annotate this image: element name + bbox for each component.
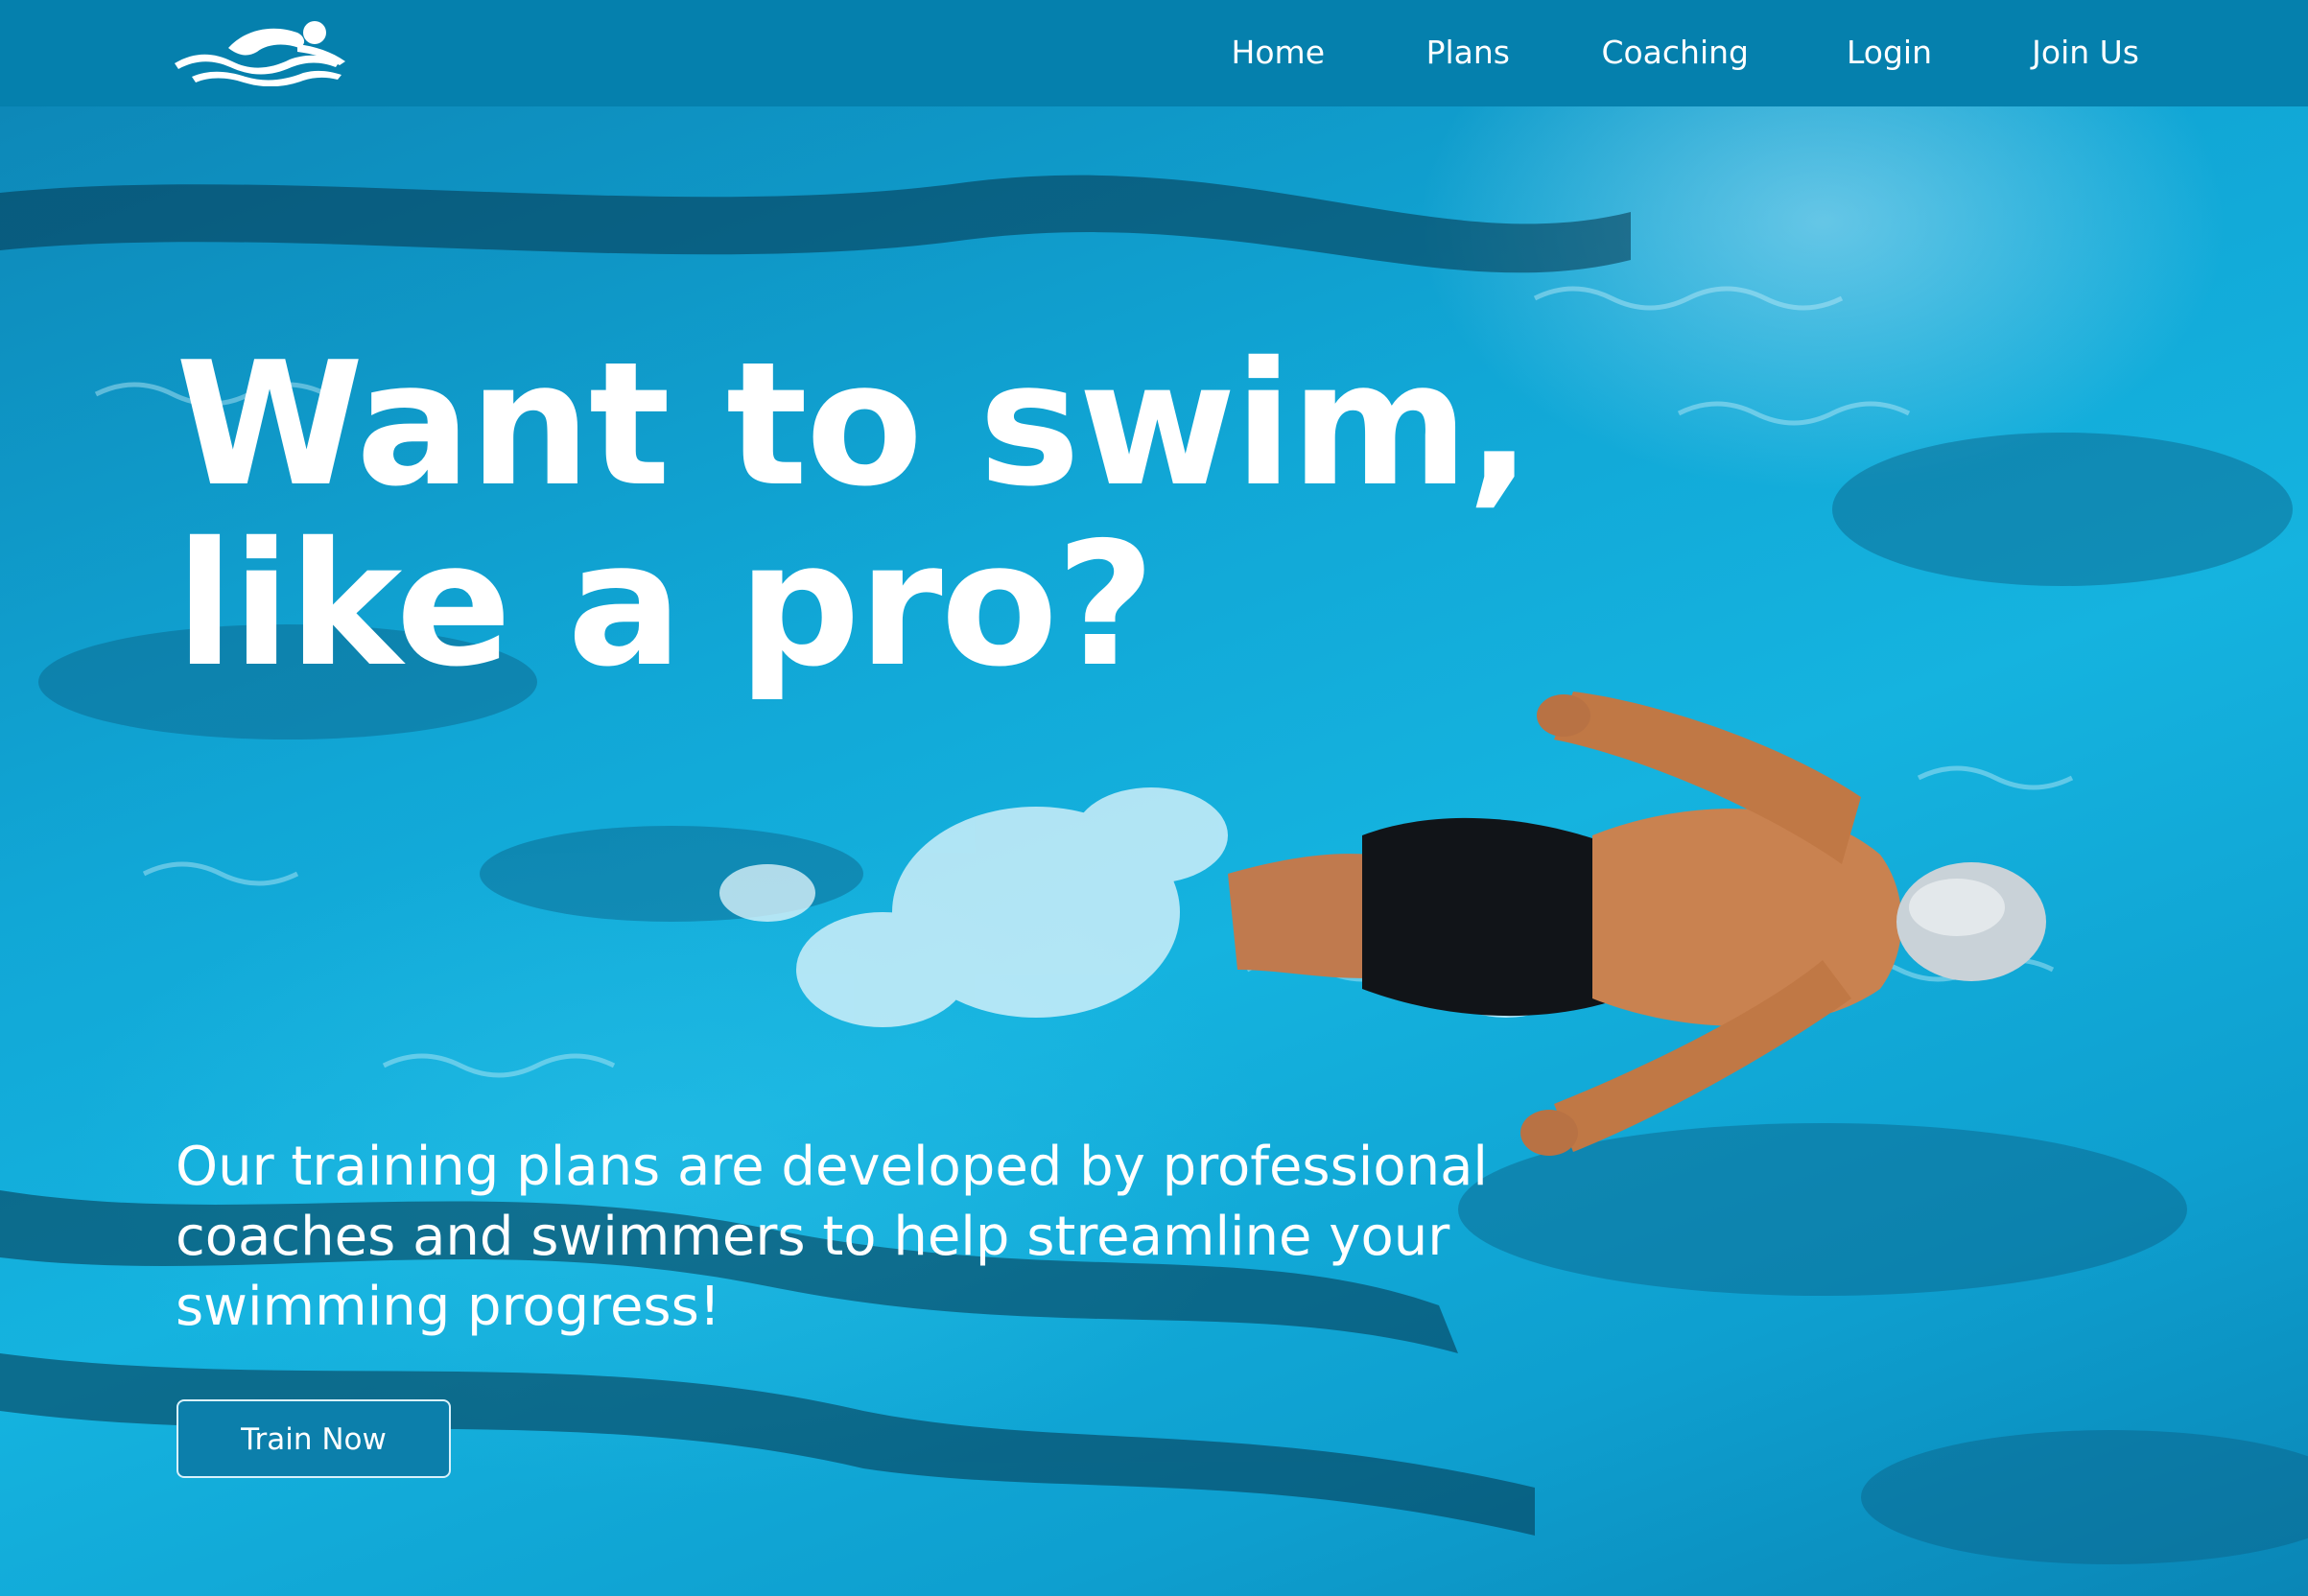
headline-line-2: like a pro?: [176, 505, 1155, 704]
hero-headline: Want to swim, like a pro?: [176, 325, 1532, 704]
headline-line-1: Want to swim,: [176, 325, 1532, 524]
nav-login-link[interactable]: Login: [1847, 32, 1932, 74]
landing-page: Home Plans Coaching Login Join Us Want t…: [0, 0, 2308, 1596]
hero-subtext: Our training plans are developed by prof…: [176, 1136, 1488, 1338]
train-now-button[interactable]: Train Now: [177, 1399, 451, 1478]
nav-home-link[interactable]: Home: [1232, 32, 1325, 74]
nav-coaching-link[interactable]: Coaching: [1601, 32, 1749, 74]
hero-section: Want to swim, like a pro?: [0, 106, 2308, 1596]
nav-plans-link[interactable]: Plans: [1426, 32, 1510, 74]
swimmer-logo-icon[interactable]: [171, 19, 351, 86]
swimmer-figure: [1228, 692, 2046, 1156]
site-header: Home Plans Coaching Login Join Us: [0, 0, 2308, 106]
nav-join-link[interactable]: Join Us: [2032, 32, 2139, 74]
